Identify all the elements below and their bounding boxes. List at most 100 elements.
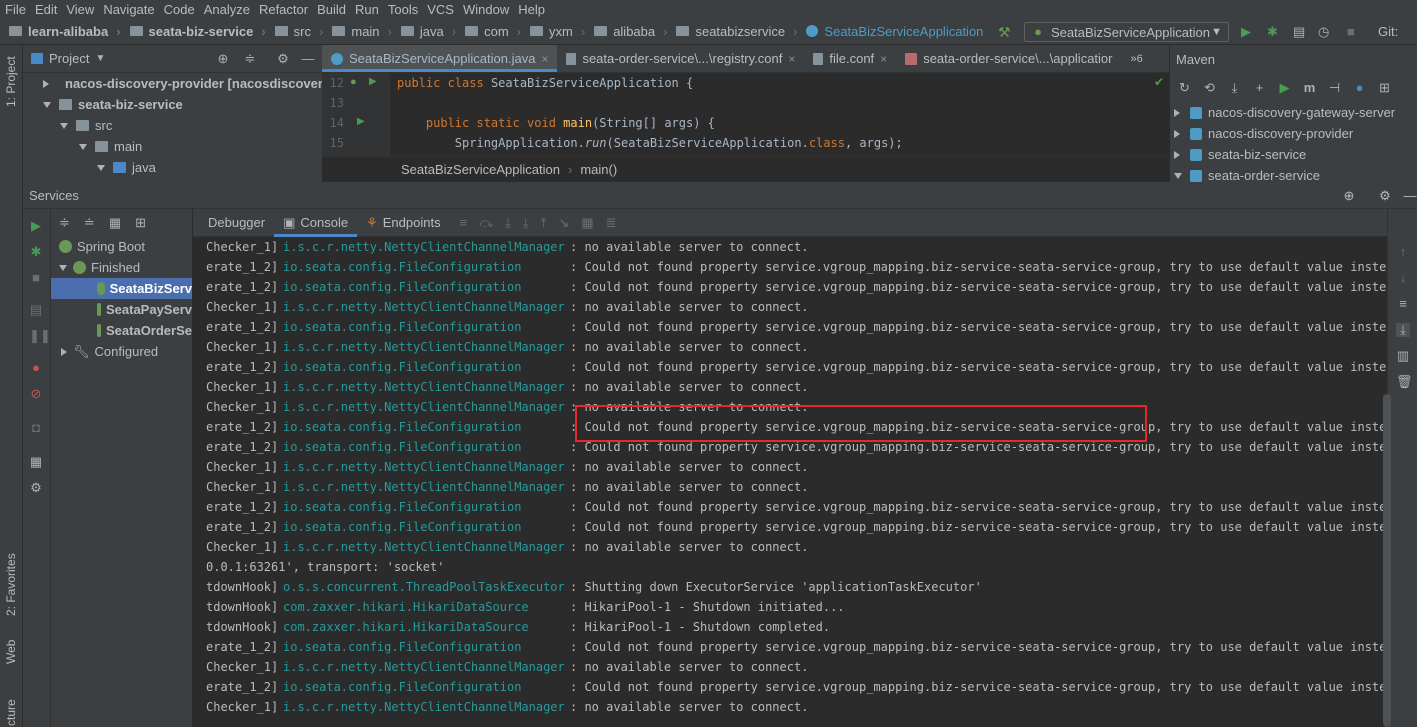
- nav-crumb[interactable]: SeataBizServiceApplication: [797, 24, 983, 39]
- step-into-icon[interactable]: ⤓: [505, 215, 511, 231]
- rerun-icon[interactable]: ▤: [29, 303, 43, 317]
- collapse-all-icon[interactable]: ≐: [84, 215, 95, 231]
- menu-item-vcs[interactable]: VCS: [422, 2, 458, 17]
- locate-icon[interactable]: ⊕: [216, 52, 230, 66]
- structure-tool-button[interactable]: cture: [4, 699, 18, 726]
- nav-crumb[interactable]: src ›: [266, 24, 323, 39]
- tab-overflow[interactable]: »6: [1122, 45, 1152, 72]
- force-step-into-icon[interactable]: ⤓: [523, 215, 529, 231]
- editor-tab[interactable]: seata-order-service\...\applicatior: [896, 45, 1121, 72]
- menu-item-file[interactable]: File: [0, 2, 30, 17]
- service-item-seata-order[interactable]: SeataOrderSe: [51, 320, 192, 341]
- run-to-cursor-icon[interactable]: ↘: [558, 215, 569, 231]
- add-icon[interactable]: +: [1253, 81, 1266, 94]
- run-icon[interactable]: ▶: [29, 219, 43, 233]
- tree-item-java[interactable]: java: [23, 157, 322, 178]
- menu-item-help[interactable]: Help: [513, 2, 549, 17]
- tree-item-src[interactable]: src: [23, 115, 322, 136]
- expand-arrow-icon[interactable]: [43, 79, 49, 88]
- mute-breakpoints-icon[interactable]: ⊘: [29, 387, 43, 401]
- debug-icon[interactable]: ✱: [1267, 24, 1281, 39]
- globe-icon[interactable]: ⊕: [1342, 189, 1356, 203]
- scroll-to-end-icon[interactable]: ⤓: [1396, 323, 1410, 337]
- group-icon[interactable]: ▦: [109, 215, 121, 231]
- expand-arrow-icon[interactable]: [1174, 108, 1180, 117]
- nav-crumb[interactable]: alibaba ›: [585, 24, 667, 39]
- expand-arrow-icon[interactable]: [1174, 172, 1182, 179]
- tree-item-seata-biz-service[interactable]: seata-biz-service: [23, 94, 322, 115]
- breadcrumb-class[interactable]: SeataBizServiceApplication: [401, 162, 560, 177]
- pause-icon[interactable]: ❚❚: [29, 329, 51, 343]
- collapse-arrow-icon[interactable]: [97, 164, 105, 171]
- reimport-icon[interactable]: ⟲: [1203, 81, 1216, 94]
- hide-icon[interactable]: —: [1403, 189, 1417, 203]
- nav-crumb[interactable]: java ›: [392, 24, 456, 39]
- menu-item-window[interactable]: Window: [458, 2, 513, 17]
- console-scrollbar[interactable]: [1383, 394, 1391, 727]
- camera-icon[interactable]: ◘: [29, 421, 43, 435]
- layout-icon[interactable]: ▦: [29, 455, 43, 469]
- scroll-up-icon[interactable]: ↑: [1396, 245, 1410, 259]
- gear-icon[interactable]: ⚙: [1378, 189, 1392, 203]
- menu-item-tools[interactable]: Tools: [383, 2, 422, 17]
- close-icon[interactable]: ×: [788, 52, 795, 66]
- download-icon[interactable]: ⤓: [1228, 81, 1241, 94]
- editor-tab[interactable]: file.conf ×: [804, 45, 896, 72]
- collapse-arrow-icon[interactable]: [79, 143, 87, 150]
- debug-icon[interactable]: ✱: [29, 245, 43, 259]
- service-group-spring-boot[interactable]: Spring Boot: [51, 236, 192, 257]
- expand-arrow-icon[interactable]: [1174, 150, 1180, 159]
- print-icon[interactable]: ▥: [1396, 349, 1410, 363]
- collapse-icon[interactable]: ≑: [243, 52, 257, 66]
- collapse-arrow-icon[interactable]: [59, 264, 67, 271]
- menu-item-code[interactable]: Code: [159, 2, 199, 17]
- nav-crumb[interactable]: learn-alibaba ›: [0, 24, 121, 39]
- expand-arrow-icon[interactable]: [61, 347, 67, 356]
- project-tool-button[interactable]: 1: Project: [4, 56, 18, 107]
- maven-project-item[interactable]: seata-order-service: [1170, 165, 1417, 182]
- web-tool-button[interactable]: Web: [4, 640, 18, 664]
- menu-item-refactor[interactable]: Refactor: [254, 2, 312, 17]
- gear-icon[interactable]: ⚙: [276, 52, 290, 66]
- nav-crumb[interactable]: yxm ›: [521, 24, 585, 39]
- collapse-arrow-icon[interactable]: [43, 101, 51, 108]
- run-icon[interactable]: ▶: [1278, 81, 1291, 94]
- breakpoints-icon[interactable]: ●: [29, 361, 43, 375]
- skip-tests-icon[interactable]: ●: [1353, 81, 1366, 94]
- service-group-configured[interactable]: 🔧︎ Configured: [51, 341, 192, 362]
- code-line[interactable]: SpringApplication. run (SeataBizServiceApp…: [397, 133, 903, 153]
- profile-icon[interactable]: ◷: [1318, 24, 1332, 39]
- run-gutter-icon[interactable]: ▶: [357, 116, 365, 127]
- stop-icon[interactable]: ■: [29, 271, 43, 285]
- menu-item-build[interactable]: Build: [312, 2, 350, 17]
- tree-item-nacos-discovery-provider[interactable]: nacos-discovery-provider [nacosdiscover: [23, 73, 322, 94]
- nav-crumb[interactable]: seata-biz-service ›: [121, 24, 266, 39]
- service-item-seata-biz[interactable]: SeataBizServ: [51, 278, 192, 299]
- coverage-icon[interactable]: ▤: [1293, 24, 1307, 39]
- menu-item-run[interactable]: Run: [350, 2, 383, 17]
- nav-crumb[interactable]: com ›: [456, 24, 521, 39]
- refresh-icon[interactable]: ↻: [1178, 81, 1191, 94]
- tree-item-main[interactable]: main: [23, 136, 322, 157]
- evaluate-icon[interactable]: ▦: [581, 215, 593, 231]
- step-over-icon[interactable]: ⤼: [479, 215, 493, 231]
- code-line[interactable]: public static void main (String[] args) {: [397, 113, 715, 133]
- maven-project-item[interactable]: nacos-discovery-provider: [1170, 123, 1417, 144]
- hide-icon[interactable]: —: [301, 52, 315, 66]
- maven-project-item[interactable]: nacos-discovery-gateway-server: [1170, 102, 1417, 123]
- editor-tab[interactable]: seata-order-service\...\registry.conf ×: [557, 45, 804, 72]
- service-item-seata-pay[interactable]: SeataPayServ: [51, 299, 192, 320]
- code-line[interactable]: public class SeataBizServiceApplication …: [397, 73, 693, 93]
- trace-icon[interactable]: ≣: [606, 215, 617, 231]
- close-icon[interactable]: ×: [880, 52, 887, 66]
- favorites-tool-button[interactable]: 2: Favorites: [4, 553, 18, 616]
- nav-crumb[interactable]: seatabizservice ›: [667, 24, 797, 39]
- step-out-icon[interactable]: ⤒: [541, 215, 547, 231]
- menu-item-edit[interactable]: Edit: [30, 2, 61, 17]
- project-panel-title[interactable]: Project: [49, 51, 89, 66]
- menu-item-navigate[interactable]: Navigate: [98, 2, 158, 17]
- menu-item-analyze[interactable]: Analyze: [199, 2, 254, 17]
- stop-icon[interactable]: ■: [1347, 24, 1361, 39]
- expand-arrow-icon[interactable]: [1174, 129, 1180, 138]
- tab-console[interactable]: ▣ Console: [274, 209, 358, 237]
